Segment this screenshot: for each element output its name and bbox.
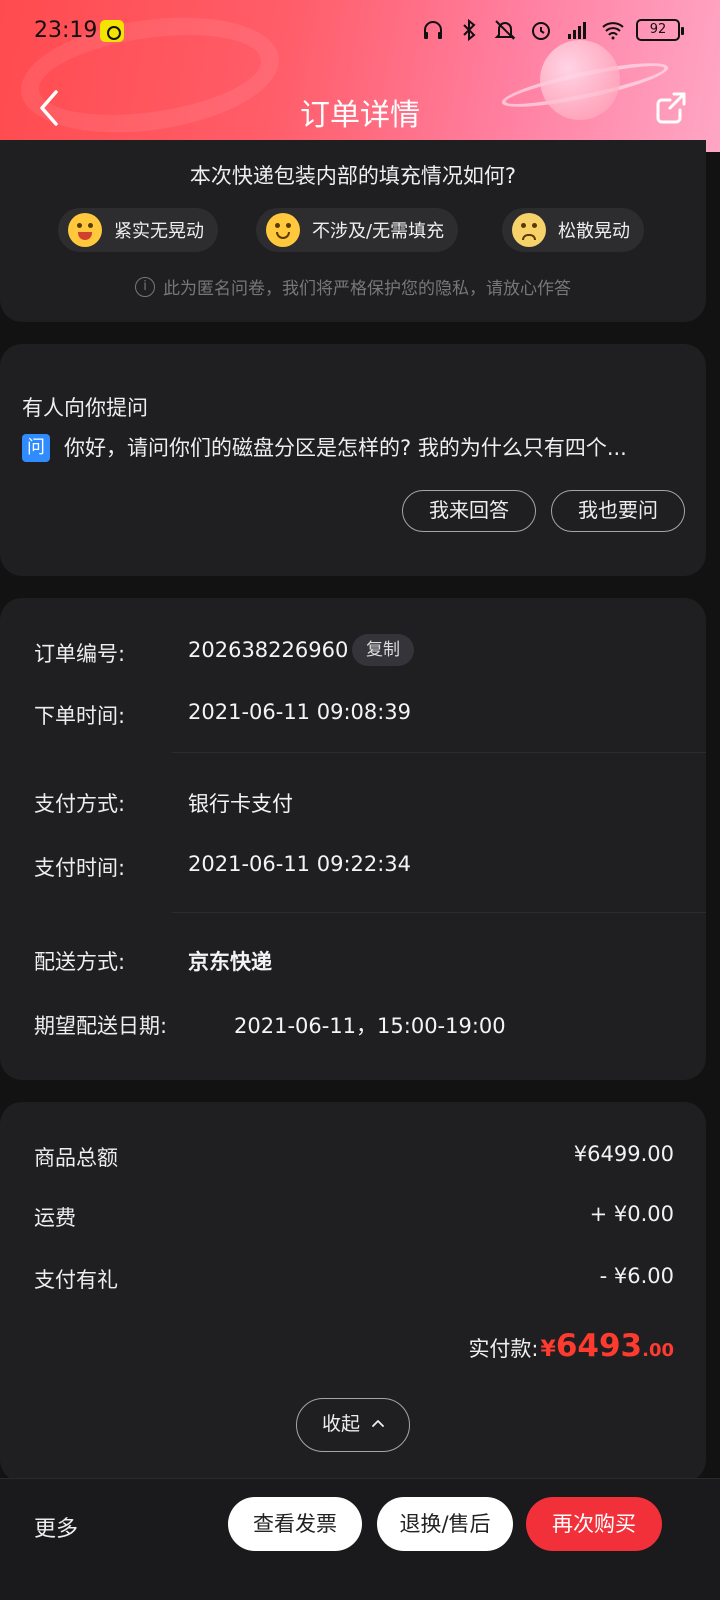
- survey-privacy-note: i 此为匿名问卷，我们将严格保护您的隐私，请放心作答: [0, 274, 706, 299]
- amount-paid-integer: 6493: [555, 1328, 643, 1364]
- collapse-label: 收起: [321, 1413, 360, 1435]
- order-time-label: 下单时间:: [34, 704, 126, 728]
- more-button[interactable]: 更多: [34, 1511, 78, 1543]
- copy-order-number-button[interactable]: 复制: [352, 634, 414, 666]
- survey-option-label: 松散晃动: [558, 221, 630, 242]
- mute-bell-icon: [492, 18, 518, 42]
- worried-face-icon: [512, 213, 546, 247]
- delivery-method-value: 京东快递: [188, 950, 272, 974]
- divider: [172, 912, 706, 913]
- status-icons: 92: [420, 18, 684, 42]
- info-icon: i: [135, 276, 155, 297]
- subtotal-value: ¥6499.00: [573, 1142, 674, 1166]
- survey-option-loose[interactable]: 松散晃动: [502, 208, 644, 252]
- shipping-label: 运费: [34, 1206, 76, 1230]
- chevron-up-icon: [372, 1399, 384, 1427]
- expected-date-label: 期望配送日期:: [34, 1014, 168, 1038]
- status-time: 23:19: [34, 18, 98, 43]
- amount-paid-currency: ¥: [540, 1337, 556, 1362]
- price-summary-card: 商品总额 ¥6499.00 运费 + ¥0.00 支付有礼 - ¥6.00 实付…: [0, 1102, 706, 1482]
- payment-method-value: 银行卡支付: [188, 792, 293, 816]
- order-number-value: 202638226960: [188, 638, 349, 662]
- header: 23:19 92 订单详情: [0, 0, 720, 152]
- survey-note-text: 此为匿名问卷，我们将严格保护您的隐私，请放心作答: [163, 279, 571, 299]
- delivery-method-label: 配送方式:: [34, 950, 126, 974]
- packaging-survey-card: 本次快递包装内部的填充情况如何? 紧实无晃动 不涉及/无需填充 松散晃动 i 此…: [0, 140, 706, 322]
- battery-icon: 92: [636, 19, 684, 41]
- smiling-face-icon: [266, 213, 300, 247]
- question-text[interactable]: 你好，请问你们的磁盘分区是怎样的? 我的为什么只有四个...: [64, 432, 684, 462]
- divider: [172, 752, 706, 753]
- laughing-face-icon: [68, 213, 102, 247]
- question-card: 有人向你提问 问 你好，请问你们的磁盘分区是怎样的? 我的为什么只有四个... …: [0, 344, 706, 576]
- qa-title: 有人向你提问: [22, 396, 148, 420]
- payment-gift-label: 支付有礼: [34, 1268, 118, 1292]
- page-title: 订单详情: [300, 98, 420, 133]
- share-icon: [656, 92, 686, 124]
- order-info-card: 订单编号: 202638226960 复制 下单时间: 2021-06-11 0…: [0, 598, 706, 1080]
- payment-time-value: 2021-06-11 09:22:34: [188, 852, 412, 876]
- order-time-value: 2021-06-11 09:08:39: [188, 700, 412, 724]
- order-number-label: 订单编号:: [34, 642, 126, 666]
- survey-option-tight[interactable]: 紧实无晃动: [58, 208, 218, 252]
- ask-button[interactable]: 我也要问: [551, 490, 685, 532]
- share-button[interactable]: [652, 88, 692, 128]
- payment-method-label: 支付方式:: [34, 792, 126, 816]
- subtotal-label: 商品总额: [34, 1146, 118, 1170]
- question-badge-icon: 问: [22, 434, 50, 462]
- collapse-button[interactable]: 收起: [296, 1398, 410, 1452]
- amount-paid: 实付款: ¥ 6493 .00: [468, 1328, 674, 1364]
- answer-button[interactable]: 我来回答: [402, 490, 536, 532]
- buy-again-button[interactable]: 再次购买: [526, 1497, 662, 1551]
- payment-time-label: 支付时间:: [34, 856, 126, 880]
- wifi-icon: [600, 18, 626, 42]
- expected-date-value: 2021-06-11，15:00-19:00: [234, 1014, 506, 1038]
- signal-icon: [564, 18, 590, 42]
- alarm-icon: [528, 18, 554, 42]
- headphones-icon: [420, 18, 446, 42]
- survey-option-label: 不涉及/无需填充: [312, 221, 445, 242]
- survey-option-not-applicable[interactable]: 不涉及/无需填充: [256, 208, 459, 252]
- bottom-action-bar: 更多 查看发票 退换/售后 再次购买: [0, 1478, 720, 1600]
- bluetooth-icon: [456, 18, 482, 42]
- view-invoice-button[interactable]: 查看发票: [228, 1497, 362, 1551]
- status-bar: 23:19 92: [0, 0, 720, 64]
- amount-paid-decimal: .00: [642, 1340, 674, 1361]
- return-exchange-button[interactable]: 退换/售后: [377, 1497, 513, 1551]
- notification-icon: [100, 20, 124, 42]
- shipping-value: + ¥0.00: [589, 1202, 674, 1226]
- payment-gift-value: - ¥6.00: [599, 1264, 674, 1288]
- amount-paid-label: 实付款:: [468, 1337, 539, 1361]
- survey-option-label: 紧实无晃动: [114, 221, 204, 242]
- survey-question: 本次快递包装内部的填充情况如何?: [189, 164, 517, 188]
